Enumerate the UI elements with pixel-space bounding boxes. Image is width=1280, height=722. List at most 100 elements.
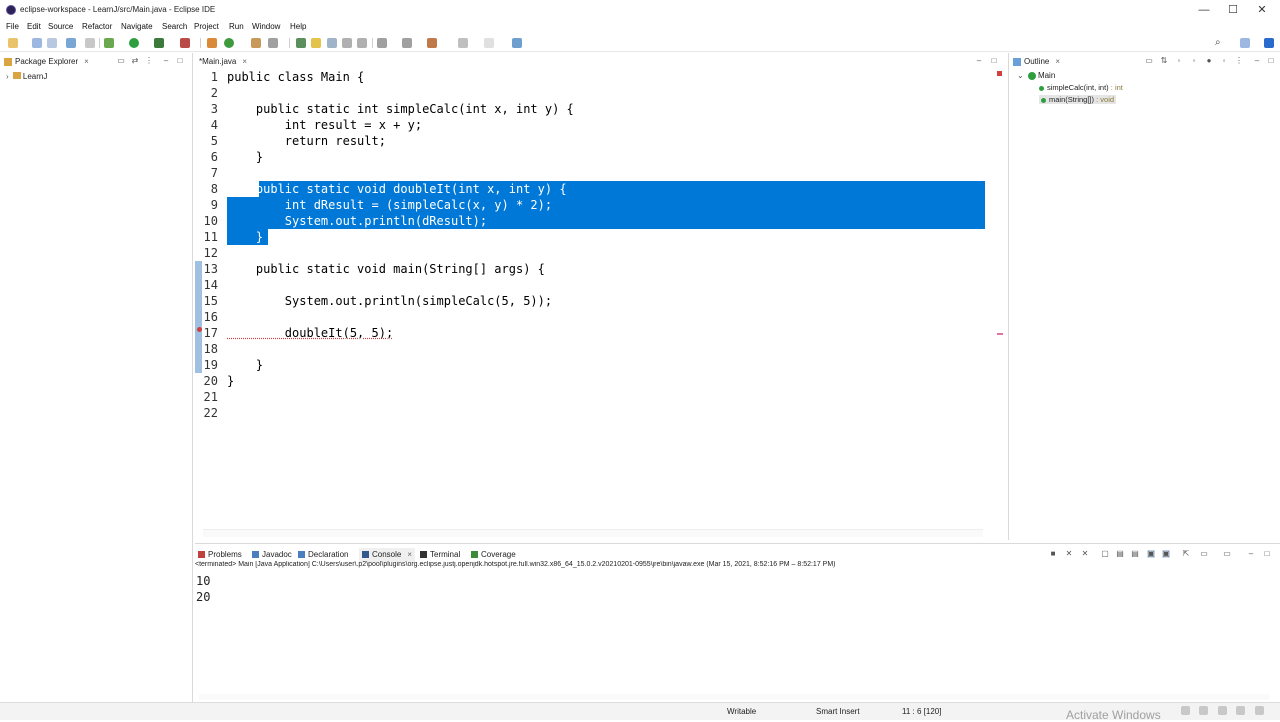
hide-fields-icon[interactable]: ◦ xyxy=(1175,57,1183,65)
tab-console[interactable]: Console × xyxy=(359,548,416,562)
open-perspective-icon[interactable] xyxy=(1240,38,1250,48)
tab-javadoc[interactable]: Javadoc xyxy=(252,548,292,562)
maximize-view-icon[interactable]: □ xyxy=(1263,550,1271,558)
tray-icon[interactable] xyxy=(1255,706,1264,715)
menu-window[interactable]: Window xyxy=(252,22,280,31)
save-icon[interactable] xyxy=(32,38,42,48)
tab-main-java[interactable]: *Main.java × xyxy=(199,55,247,69)
tab-outline[interactable]: Outline × xyxy=(1013,55,1060,69)
maximize-button[interactable]: ☐ xyxy=(1219,2,1247,18)
collapse-icon[interactable]: ⌄ xyxy=(1017,71,1024,80)
maximize-view-icon[interactable]: □ xyxy=(1267,57,1275,65)
coverage-icon[interactable] xyxy=(154,38,164,48)
debug-icon[interactable] xyxy=(104,38,114,48)
maximize-view-icon[interactable]: □ xyxy=(176,57,184,65)
terminate-icon[interactable]: ■ xyxy=(1049,550,1057,558)
tab-terminal[interactable]: Terminal xyxy=(420,548,460,562)
tab-problems[interactable]: Problems xyxy=(198,548,242,562)
open-console-icon[interactable]: ▭ xyxy=(1223,550,1231,558)
hide-local-types-icon[interactable]: ◦ xyxy=(1220,57,1228,65)
javadoc-icon xyxy=(252,551,259,559)
close-icon[interactable]: × xyxy=(407,550,412,559)
annotation-icon[interactable] xyxy=(296,38,306,48)
minimize-view-icon[interactable]: – xyxy=(1253,57,1261,65)
tray-icon[interactable] xyxy=(1236,706,1245,715)
minimize-view-icon[interactable]: – xyxy=(1247,550,1255,558)
horizontal-scrollbar[interactable] xyxy=(199,694,1269,700)
search-icon[interactable]: ⌕ xyxy=(1215,38,1225,48)
collapse-all-icon[interactable]: ▭ xyxy=(117,57,125,65)
outline-root[interactable]: ⌄ Main xyxy=(1017,71,1055,80)
menu-help[interactable]: Help xyxy=(290,22,306,31)
code-editor[interactable]: 1 public class Main { 2 3 public static i… xyxy=(195,69,985,529)
menu-edit[interactable]: Edit xyxy=(27,22,41,31)
tree-item-project[interactable]: › LearnJ xyxy=(6,72,47,81)
menu-run[interactable]: Run xyxy=(229,22,244,31)
tray-icon[interactable] xyxy=(1199,706,1208,715)
close-button[interactable]: ✕ xyxy=(1248,2,1276,18)
menu-source[interactable]: Source xyxy=(48,22,73,31)
copy-icon[interactable]: ▢ xyxy=(1101,550,1109,558)
show-whitespace-icon[interactable] xyxy=(357,38,367,48)
remove-all-icon[interactable]: ✕ xyxy=(1081,550,1089,558)
show-on-output-icon[interactable]: ▣ xyxy=(1147,550,1155,558)
sort-icon[interactable]: ⇅ xyxy=(1160,57,1168,65)
java-perspective-icon[interactable] xyxy=(1264,38,1274,48)
word-wrap-icon[interactable]: ▤ xyxy=(1131,550,1139,558)
close-icon[interactable]: × xyxy=(1055,57,1060,66)
new-java-project-icon[interactable] xyxy=(207,38,217,48)
outline-item[interactable]: simpleCalc(int, int) : int xyxy=(1039,83,1123,92)
menu-project[interactable]: Project xyxy=(194,22,219,31)
horizontal-scrollbar[interactable] xyxy=(203,529,983,537)
maximize-view-icon[interactable]: □ xyxy=(990,57,998,65)
expand-icon[interactable]: › xyxy=(6,72,9,81)
tab-package-explorer[interactable]: Package Explorer × xyxy=(4,55,89,69)
tray-icon[interactable] xyxy=(1181,706,1190,715)
search-tool-icon[interactable] xyxy=(268,38,278,48)
menu-file[interactable]: File xyxy=(6,22,19,31)
minimize-view-icon[interactable]: – xyxy=(162,57,170,65)
console-output: 10 20 xyxy=(196,573,210,605)
pin-editor-icon[interactable] xyxy=(512,38,522,48)
save-all-icon[interactable] xyxy=(47,38,57,48)
external-tools-icon[interactable] xyxy=(180,38,190,48)
tab-declaration[interactable]: Declaration xyxy=(298,548,348,562)
display-console-icon[interactable]: ▭ xyxy=(1200,550,1208,558)
run-icon[interactable] xyxy=(129,38,139,48)
last-edit-icon[interactable] xyxy=(427,38,437,48)
pin-console-icon[interactable]: ⇱ xyxy=(1182,550,1190,558)
outline-item[interactable]: main(String[]) : void xyxy=(1039,95,1117,104)
code-line: 3 public static int simpleCalc(int x, in… xyxy=(210,102,574,116)
new-file-icon[interactable] xyxy=(8,38,18,48)
view-menu-icon[interactable]: ⋮ xyxy=(145,57,153,65)
menu-refactor[interactable]: Refactor xyxy=(82,22,112,31)
back-icon[interactable] xyxy=(458,38,468,48)
view-menu-icon[interactable]: ⋮ xyxy=(1235,57,1243,65)
menu-search[interactable]: Search xyxy=(162,22,187,31)
code-line: 22 xyxy=(203,406,218,420)
link-editor-icon[interactable]: ⇄ xyxy=(131,57,139,65)
tab-coverage[interactable]: Coverage xyxy=(471,548,516,562)
hide-nonpublic-icon[interactable]: ● xyxy=(1205,57,1213,65)
mark-occurrences-icon[interactable] xyxy=(311,38,321,48)
scroll-lock-icon[interactable]: ▤ xyxy=(1116,550,1124,558)
menu-navigate[interactable]: Navigate xyxy=(121,22,153,31)
word-wrap-icon[interactable] xyxy=(327,38,337,48)
minimize-view-icon[interactable]: – xyxy=(975,57,983,65)
hide-static-icon[interactable]: ◦ xyxy=(1190,57,1198,65)
new-class-icon[interactable] xyxy=(224,38,234,48)
close-icon[interactable]: × xyxy=(242,57,247,66)
show-on-error-icon[interactable]: ▣ xyxy=(1162,550,1170,558)
terminal-icon[interactable] xyxy=(66,38,76,48)
forward-icon[interactable] xyxy=(484,38,494,48)
minimize-button[interactable]: — xyxy=(1190,2,1218,18)
prev-annotation-icon[interactable] xyxy=(402,38,412,48)
open-type-icon[interactable] xyxy=(251,38,261,48)
tray-icon[interactable] xyxy=(1218,706,1227,715)
skip-breakpoints-icon[interactable] xyxy=(85,38,95,48)
next-annotation-icon[interactable] xyxy=(377,38,387,48)
close-icon[interactable]: × xyxy=(84,57,89,66)
remove-launch-icon[interactable]: ✕ xyxy=(1065,550,1073,558)
collapse-all-icon[interactable]: ▭ xyxy=(1145,57,1153,65)
block-selection-icon[interactable] xyxy=(342,38,352,48)
